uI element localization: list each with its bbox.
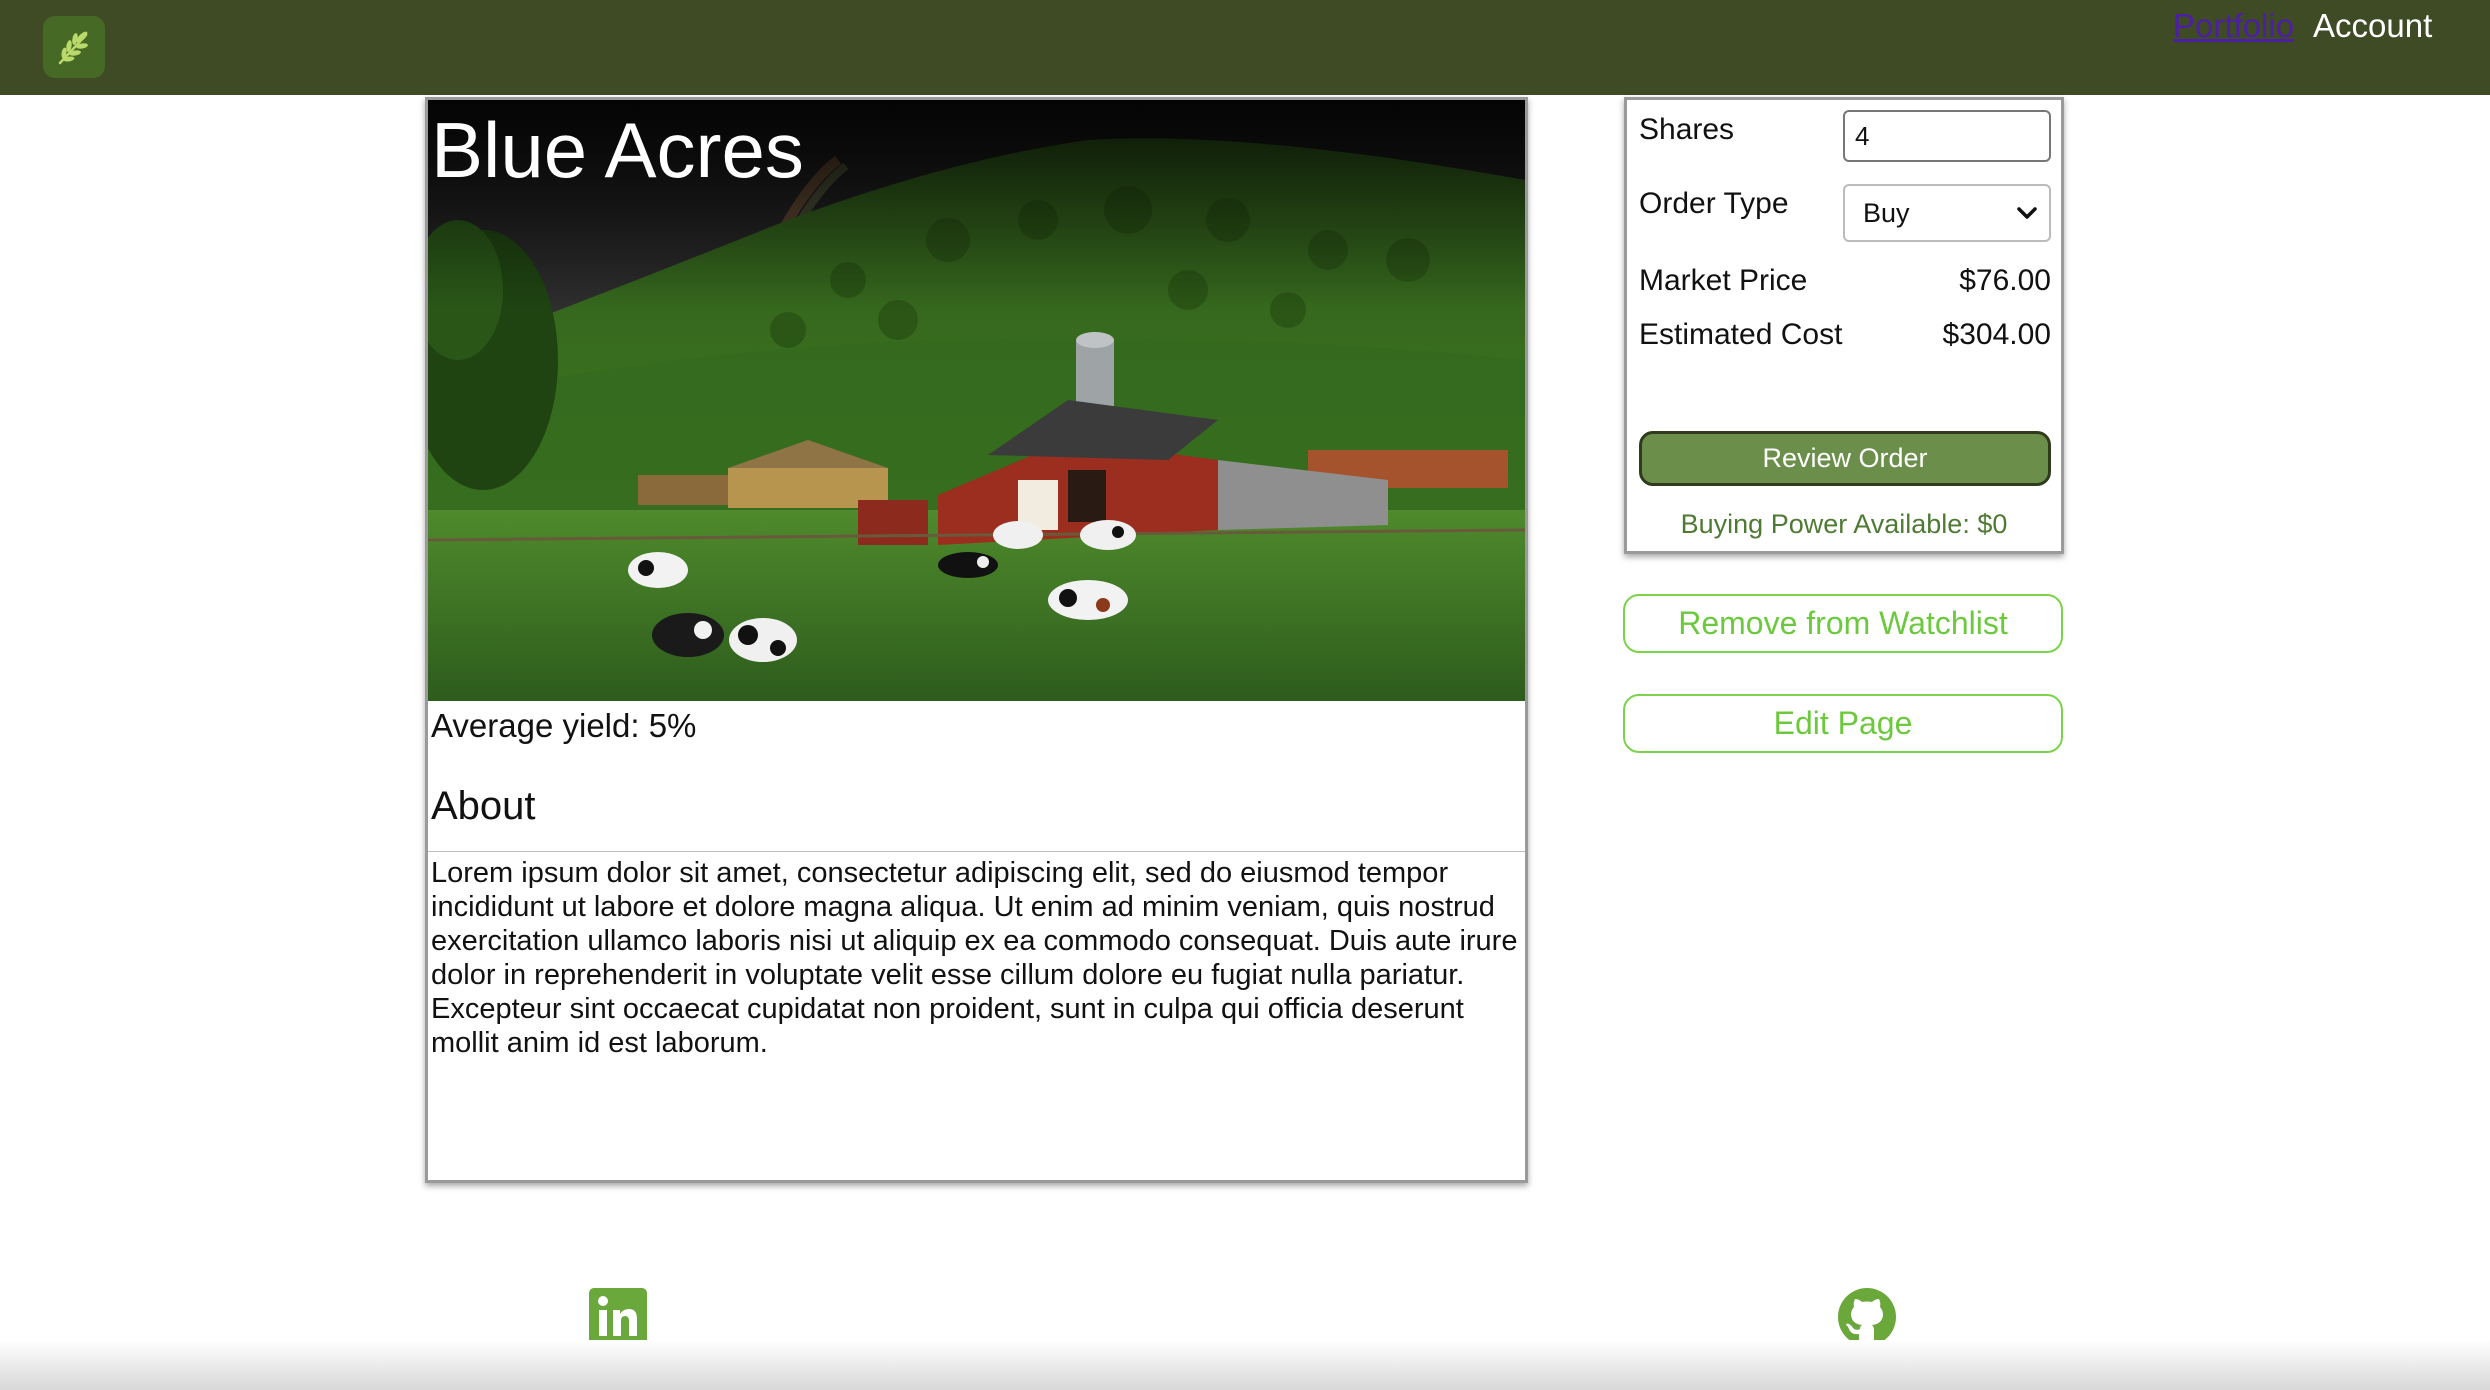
review-order-button[interactable]: Review Order [1639,431,2051,486]
market-price-label: Market Price [1639,264,1808,297]
nav-link-portfolio[interactable]: Portfolio [2173,6,2294,46]
estimated-cost-label: Estimated Cost [1639,318,1843,351]
shares-input[interactable] [1843,110,2051,162]
market-price-value: $76.00 [1959,264,2051,297]
linkedin-icon[interactable] [589,1288,647,1346]
github-icon[interactable] [1838,1288,1896,1346]
farm-details-card: Blue Acres Average yield: 5% About Lorem… [425,97,1528,1183]
remove-from-watchlist-button[interactable]: Remove from Watchlist [1623,594,2063,653]
buying-power-text: Buying Power Available: $0 [1680,509,2008,539]
edit-page-button[interactable]: Edit Page [1623,694,2063,753]
top-navigation-bar: Portfolio Account [0,0,2490,95]
nav-link-account[interactable]: Account [2313,6,2432,46]
average-yield: Average yield: 5% [431,707,697,744]
estimated-cost-value: $304.00 [1942,318,2051,351]
about-divider [428,851,1525,852]
about-heading: About [431,784,536,828]
about-description: Lorem ipsum dolor sit amet, consectetur … [431,857,1518,1059]
chevron-down-icon [2017,207,2037,219]
farm-title: Blue Acres [431,106,804,194]
shares-label: Shares [1639,113,1735,146]
order-type-selected: Buy [1863,197,1910,228]
order-type-select[interactable]: Buy [1843,184,2051,242]
bottom-shadow [0,1340,2490,1390]
order-panel: Shares Order Type Buy Market Price $76.0… [1624,97,2064,554]
order-type-label: Order Type [1639,187,1789,220]
wheat-leaf-icon[interactable] [43,16,105,78]
